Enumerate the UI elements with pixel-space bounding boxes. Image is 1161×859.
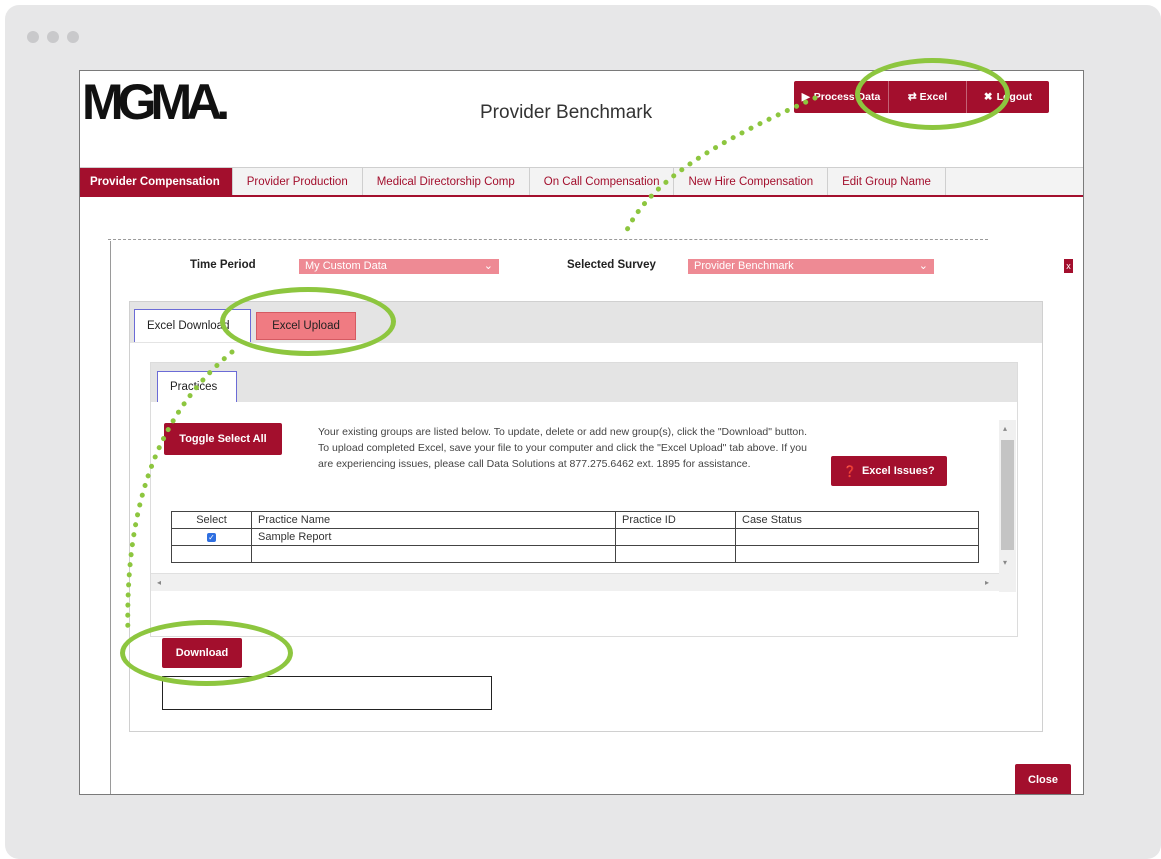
tab-edit-group-name[interactable]: Edit Group Name: [828, 168, 946, 195]
window-dot-2: [47, 31, 59, 43]
scroll-thumb[interactable]: [1001, 440, 1014, 550]
time-period-label: Time Period: [190, 259, 256, 271]
practices-panel: Practices Toggle Select All Your existin…: [150, 362, 1018, 637]
case-status-cell: [735, 528, 979, 546]
empty-cell: [735, 545, 979, 563]
instructions-text: Your existing groups are listed below. T…: [318, 426, 808, 470]
horizontal-scrollbar[interactable]: ◂ ▸: [151, 573, 999, 591]
excel-issues-label: Excel Issues?: [861, 465, 935, 477]
row-select-cell: ✓: [171, 528, 252, 546]
survey-value: Provider Benchmark: [694, 260, 794, 272]
table-header-row: Select Practice Name Practice ID Case St…: [171, 511, 979, 529]
close-button[interactable]: Close: [1015, 764, 1071, 794]
main-nav: Provider Compensation Provider Productio…: [80, 167, 1083, 197]
tab-medical-directorship-comp[interactable]: Medical Directorship Comp: [363, 168, 530, 195]
window-dot-1: [27, 31, 39, 43]
highlight-circle-download: [120, 620, 293, 686]
empty-cell: [615, 545, 736, 563]
scroll-left-icon[interactable]: ◂: [157, 578, 161, 587]
time-period-value: My Custom Data: [305, 260, 387, 272]
selected-survey-label: Selected Survey: [567, 259, 656, 271]
row-checkbox[interactable]: ✓: [207, 533, 216, 542]
empty-cell: [251, 545, 616, 563]
survey-select[interactable]: Provider Benchmark ⌄: [688, 259, 934, 274]
scroll-down-icon[interactable]: ▾: [1003, 558, 1007, 567]
window-dot-3: [67, 31, 79, 43]
chevron-down-icon: ⌄: [483, 260, 493, 272]
table-row: ✓ Sample Report: [171, 528, 979, 546]
practice-id-cell: [615, 528, 736, 546]
header-practice-name: Practice Name: [251, 511, 616, 529]
header-select: Select: [171, 511, 252, 529]
excel-issues-button[interactable]: ❓ Excel Issues?: [831, 456, 947, 486]
header-practice-id: Practice ID: [615, 511, 736, 529]
highlight-circle-excel: [855, 58, 1010, 130]
tab-provider-compensation[interactable]: Provider Compensation: [80, 168, 233, 195]
chevron-down-icon: ⌄: [918, 260, 928, 272]
empty-cell: [171, 545, 252, 563]
modal-close-icon[interactable]: x: [1064, 259, 1073, 273]
help-icon: ❓: [843, 465, 857, 478]
toggle-select-all-button[interactable]: Toggle Select All: [164, 423, 282, 455]
practices-tab-strip: [151, 363, 1017, 402]
vertical-scrollbar[interactable]: ▴ ▾: [999, 420, 1016, 592]
highlight-circle-upload: [220, 287, 396, 356]
app-screenshot: MGMA. Provider Benchmark ▶ Process Data …: [79, 70, 1084, 795]
tab-provider-production[interactable]: Provider Production: [233, 168, 363, 195]
mgma-logo: MGMA.: [82, 79, 233, 127]
header-case-status: Case Status: [735, 511, 979, 529]
tab-on-call-compensation[interactable]: On Call Compensation: [530, 168, 675, 195]
table-row: [171, 545, 979, 563]
scroll-up-icon[interactable]: ▴: [1003, 424, 1007, 433]
svg-text:MGMA.: MGMA.: [82, 79, 227, 127]
app-title: Provider Benchmark: [480, 102, 653, 123]
practice-name-cell: Sample Report: [251, 528, 616, 546]
tab-practices[interactable]: Practices: [157, 371, 237, 402]
scroll-right-icon[interactable]: ▸: [985, 578, 989, 587]
play-icon: ▶: [801, 91, 810, 103]
practices-table: Select Practice Name Practice ID Case St…: [171, 511, 979, 563]
tab-new-hire-compensation[interactable]: New Hire Compensation: [674, 168, 829, 195]
time-period-select[interactable]: My Custom Data ⌄: [299, 259, 499, 274]
